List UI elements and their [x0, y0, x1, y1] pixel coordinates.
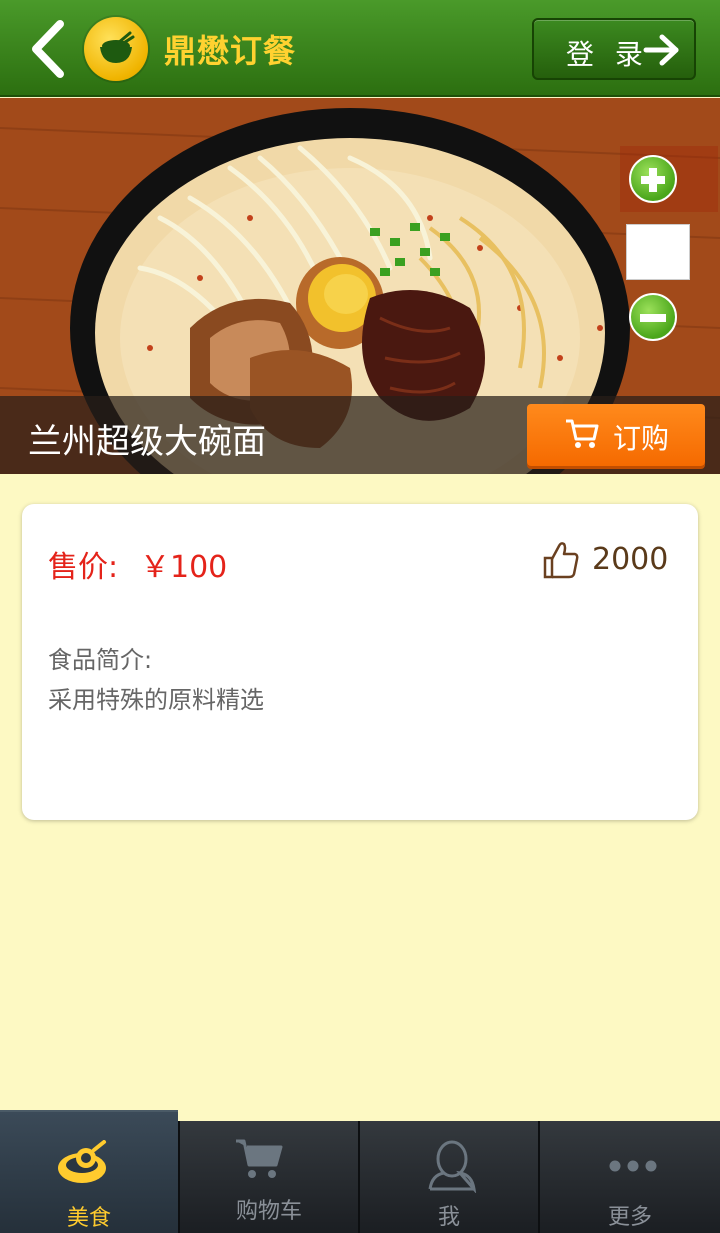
minus-icon [629, 293, 677, 341]
price-value: ￥100 [140, 550, 228, 585]
more-icon [609, 1160, 657, 1172]
back-button[interactable] [24, 18, 74, 80]
nav-item-me[interactable]: 我 [360, 1121, 538, 1233]
arrow-right-icon [643, 34, 679, 66]
food-image: 兰州超级大碗面 订购 [0, 98, 720, 474]
rice-bowl-icon [100, 31, 135, 63]
order-label: 订购 [613, 422, 670, 455]
nav-item-food[interactable]: 美食 [0, 1110, 178, 1233]
chevron-left-icon [32, 20, 64, 78]
description-text: 采用特殊的原料精选 [48, 686, 264, 714]
zoom-in-button[interactable] [620, 146, 718, 212]
food-name-bar: 兰州超级大碗面 订购 [0, 396, 720, 474]
nav-item-cart[interactable]: 购物车 [180, 1121, 358, 1233]
zoom-out-button[interactable] [620, 284, 718, 354]
food-info-card: 售价: ￥100 2000 食品简介: 采用特殊的原料精选 [22, 504, 698, 820]
quantity-box[interactable] [626, 224, 690, 280]
nav-label-more: 更多 [607, 1205, 652, 1230]
like-count: 2000 [592, 542, 669, 577]
thumbs-up-icon[interactable] [542, 540, 580, 580]
app-title: 鼎懋订餐 [164, 32, 297, 70]
nav-label-me: 我 [437, 1205, 460, 1230]
order-button[interactable]: 订购 [527, 404, 705, 466]
plus-icon [629, 155, 677, 203]
price-label: 售价: [48, 550, 119, 585]
nav-label-cart: 购物车 [235, 1199, 302, 1224]
nav-item-more[interactable]: 更多 [540, 1121, 720, 1233]
food-icon [58, 1140, 106, 1183]
app-logo [84, 17, 148, 81]
description-label: 食品简介: [48, 646, 153, 674]
app-header: 鼎懋订餐 登 录 [0, 0, 720, 97]
login-label: 登 录 [566, 38, 649, 71]
cart-icon [566, 419, 599, 448]
cart-icon [236, 1139, 283, 1178]
food-name: 兰州超级大碗面 [28, 422, 266, 462]
login-button[interactable]: 登 录 [532, 18, 696, 80]
nav-label-food: 美食 [66, 1206, 111, 1231]
bottom-navigation: 美食 购物车 我 更多 [0, 1110, 720, 1233]
user-icon [428, 1140, 477, 1193]
